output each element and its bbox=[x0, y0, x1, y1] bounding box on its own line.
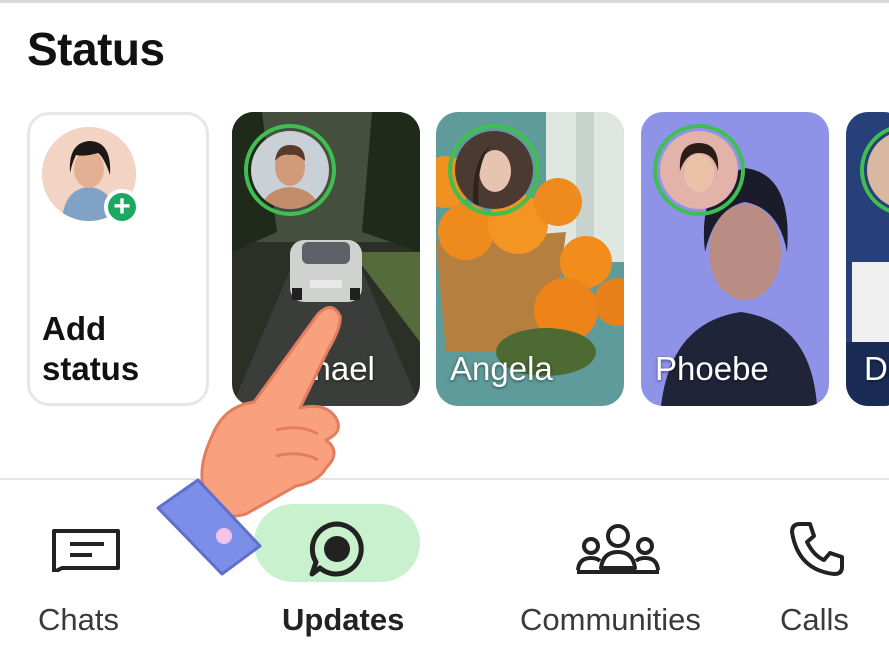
calls-icon bbox=[790, 522, 844, 576]
pointing-hand-icon bbox=[156, 306, 342, 576]
status-name: De bbox=[864, 350, 889, 387]
page-title: Status bbox=[27, 23, 165, 75]
story-ring bbox=[653, 124, 745, 216]
nav-updates-label: Updates bbox=[282, 602, 405, 637]
chats-icon bbox=[52, 529, 120, 572]
status-card-phoebe[interactable]: Phoebe bbox=[641, 112, 829, 406]
add-status-plus-icon[interactable]: + bbox=[104, 189, 140, 225]
nav-chats[interactable]: Chats bbox=[0, 480, 170, 647]
story-ring bbox=[244, 124, 336, 216]
nav-calls-label: Calls bbox=[780, 602, 849, 637]
add-status-label: Add status bbox=[42, 310, 140, 387]
nav-chats-label: Chats bbox=[38, 602, 119, 637]
nav-communities[interactable]: Communities bbox=[505, 480, 735, 647]
top-edge bbox=[0, 0, 889, 3]
status-name: Phoebe bbox=[655, 350, 769, 387]
story-ring bbox=[448, 124, 540, 216]
status-card-partial[interactable]: De bbox=[846, 112, 889, 406]
nav-communities-label: Communities bbox=[520, 602, 701, 637]
status-name: Angela bbox=[450, 350, 553, 387]
nav-calls[interactable]: Calls bbox=[760, 480, 889, 647]
status-card-angela[interactable]: Angela bbox=[436, 112, 624, 406]
communities-icon bbox=[576, 524, 660, 574]
